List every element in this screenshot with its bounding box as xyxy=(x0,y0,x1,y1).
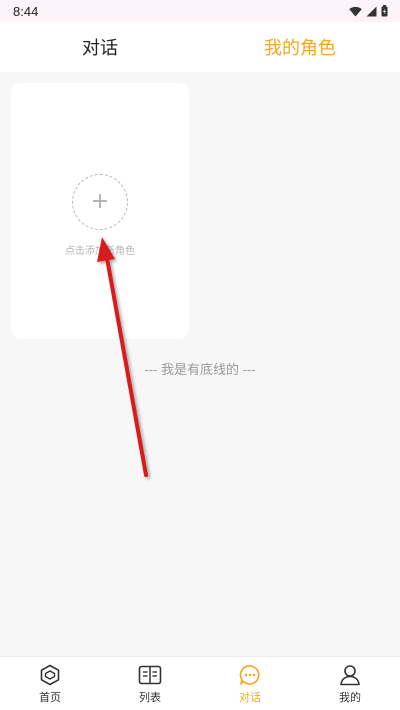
chat-bubble-icon xyxy=(239,665,260,685)
character-content-area: + 点击添加新角色 --- 我是有底线的 --- xyxy=(0,72,400,656)
nav-label-mine: 我的 xyxy=(339,692,361,704)
nav-item-list[interactable]: 列表 xyxy=(100,657,200,710)
top-tab-bar: 对话 我的角色 xyxy=(0,22,400,72)
status-time: 8:44 xyxy=(13,3,39,19)
nav-item-mine[interactable]: 我的 xyxy=(300,657,400,710)
battery-icon xyxy=(381,5,388,17)
nav-item-home[interactable]: 首页 xyxy=(0,657,100,710)
nav-label-home: 首页 xyxy=(39,692,61,704)
add-character-label: 点击添加新角色 xyxy=(65,246,135,257)
add-character-button[interactable]: + xyxy=(72,174,128,230)
bottom-nav: 首页 列表 对话 我的 xyxy=(0,656,400,710)
nav-item-chat[interactable]: 对话 xyxy=(200,657,300,710)
status-bar: 8:44 xyxy=(0,0,400,22)
plus-icon: + xyxy=(90,189,110,214)
signal-icon xyxy=(366,6,377,16)
user-profile-icon xyxy=(340,665,360,686)
wifi-icon xyxy=(349,6,362,16)
home-cube-icon xyxy=(40,664,60,686)
nav-label-chat: 对话 xyxy=(239,692,261,704)
tab-my-characters[interactable]: 我的角色 xyxy=(200,34,400,60)
nav-label-list: 列表 xyxy=(139,692,161,704)
add-character-card[interactable]: + 点击添加新角色 xyxy=(11,83,189,339)
tab-chat[interactable]: 对话 xyxy=(0,34,200,60)
book-list-icon xyxy=(138,665,162,685)
end-of-list-text: --- 我是有底线的 --- xyxy=(144,362,256,377)
status-icons xyxy=(349,5,388,17)
